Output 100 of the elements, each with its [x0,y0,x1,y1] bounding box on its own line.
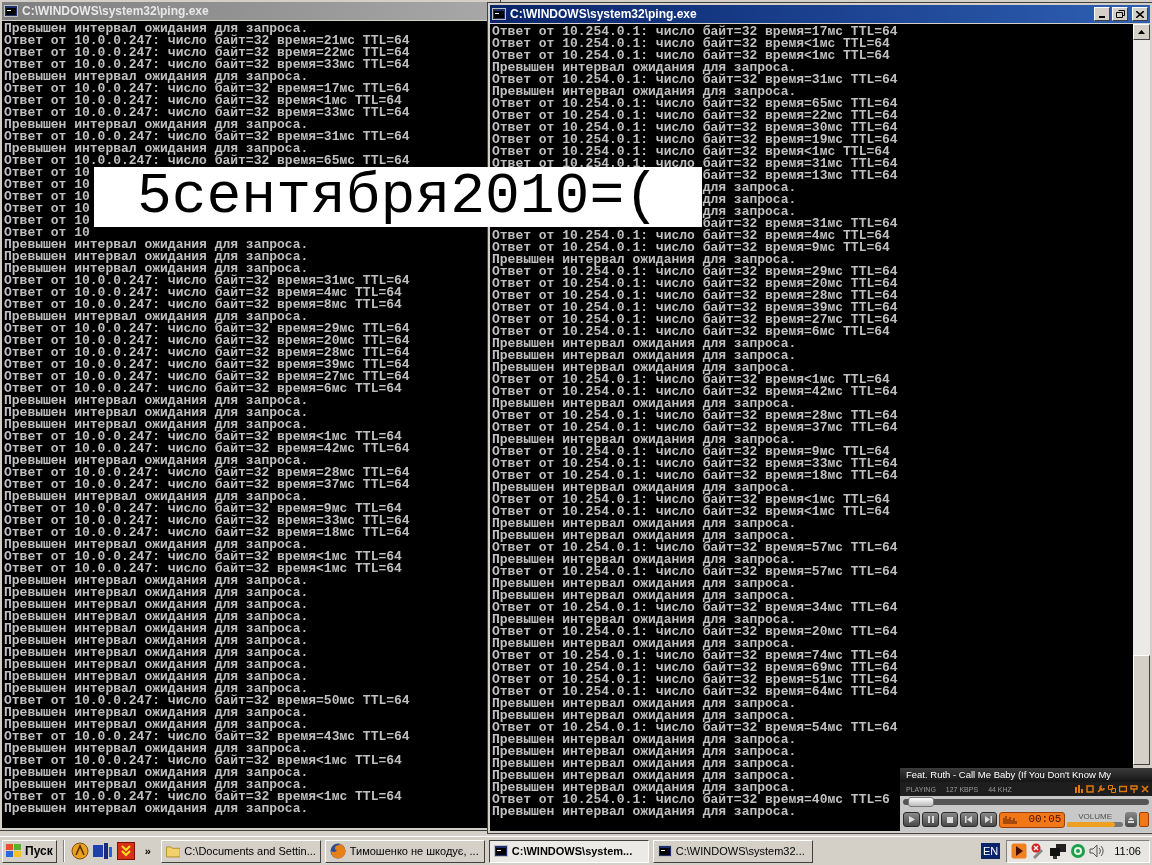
console-line: Ответ от 10.0.0.247: число байт=32 время<1мс TTL=64 [4,95,402,107]
close-icon [1136,10,1144,18]
console-line: Превышен интервал ожидания для запроса. [492,734,797,746]
console-line: Превышен интервал ожидания для запроса. [492,338,797,350]
taskbar-button[interactable]: C:\Documents and Settin... [160,839,321,863]
console-line: Превышен интервал ожидания для запроса. [492,614,797,626]
console-line: Ответ от 10.254.0.1: число байт=32 время=57мс TTL=64 [492,566,898,578]
window-icon[interactable] [1119,785,1127,793]
media-icon[interactable] [92,843,113,859]
console-line: Ответ от 10.254.0.1: число байт=32 время<1мс TTL=64 [492,506,890,518]
console-line: Ответ от 10.254.0.1: число байт=32 время=20мс TTL=64 [492,278,898,290]
console-line: Превышен интервал ожидания для запроса. [4,251,309,263]
scroll-thumb[interactable] [1133,655,1150,765]
visualizer-icon [1002,815,1017,824]
playback-time: 00:05 [1028,814,1062,825]
restore-icon [1115,10,1125,18]
console-icon [657,845,672,857]
pause-button[interactable] [922,812,940,827]
console-line: Превышен интервал ожидания для запроса. [4,779,309,791]
minimize-button[interactable] [1094,7,1110,21]
language-indicator[interactable]: EN [981,843,1001,859]
console-icon [4,5,18,17]
previous-icon [965,816,973,823]
console-line: Ответ от 10.254.0.1: число байт=32 время=37мс TTL=64 [492,422,898,434]
console-line: Превышен интервал ожидания для запроса. [492,638,797,650]
console-line: Ответ от 10.254.0.1: число байт=32 время=69мс TTL=64 [492,662,898,674]
console-line: Превышен интервал ожидания для запроса. [4,719,309,731]
chevrons-down-icon[interactable] [116,842,135,860]
console-line: Ответ от 10.0.0.247: число байт=32 время=18мс TTL=64 [4,527,410,539]
console-line: Превышен интервал ожидания для запроса. [4,743,309,755]
track-title: Feat. Ruth - Call Me Baby (If You Don't Know My [906,770,1112,780]
console-line: Ответ от 10.0.0.247: число байт=32 время=9мс TTL=64 [4,503,402,515]
console-line: Ответ от 10.0.0.247: число байт=32 время=33мс TTL=64 [4,59,410,71]
start-button[interactable]: Пуск [2,839,57,863]
console-line: Ответ от 10 [4,203,90,215]
console-line: Превышен интервал ожидания для запроса. [492,710,797,722]
seek-thumb[interactable] [907,796,934,807]
console-line: Превышен интервал ожидания для запроса. [4,683,309,695]
console-line: Ответ от 10.0.0.247: число байт=32 время<1мс TTL=64 [4,431,402,443]
console-line: Ответ от 10.254.0.1: число байт=32 время=31мс TTL=64 [492,74,898,86]
circle-emblem-icon[interactable] [70,842,89,860]
console-line: Ответ от 10.0.0.247: число байт=32 время=22мс TTL=64 [4,47,410,59]
windows-icon[interactable] [1108,785,1116,793]
console-line: Превышен интервал ожидания для запроса. [4,143,309,155]
console-line: Ответ от 10 [4,167,90,179]
eject-button[interactable] [1124,812,1137,827]
console-line: Превышен интервал ожидания для запроса. [492,482,797,494]
eject-icon [1127,816,1134,823]
console-line: Превышен интервал ожидания для запроса. [492,746,797,758]
console-line: Превышен интервал ожидания для запроса. [492,806,797,818]
console-line: Ответ от 10.254.0.1: число байт=32 время<1мс TTL=64 [492,374,890,386]
console-line: байт=32 время=31мс TTL=64 [702,218,898,230]
network-icon[interactable] [1049,843,1068,859]
console-line: Ответ от 10.254.0.1: число байт=32 время=64мс TTL=64 [492,686,898,698]
console-line: Ответ от 10.0.0.247: число байт=32 время=31мс TTL=64 [4,131,410,143]
console-line: Ответ от 10.0.0.247: число байт=32 время=27мс TTL=64 [4,371,410,383]
restore-button[interactable] [1112,7,1128,21]
speaker-icon[interactable] [1089,843,1106,859]
console-line: Ответ от 10.254.0.1: число байт=32 время=34мс TTL=64 [492,602,898,614]
seek-bar[interactable] [903,798,1149,805]
taskbar-button[interactable]: C:\WINDOWS\system32... [652,839,813,863]
console-line: Ответ от 10.0.0.247: число байт=32 время=65мс TTL=64 [4,155,410,167]
play-button[interactable] [903,812,921,827]
console-line: Ответ от 10.254.0.1: число байт=32 время=6мс TTL=64 [492,326,890,338]
console-line: Ответ от 10.0.0.247: число байт=32 время<1мс TTL=64 [4,551,402,563]
console-line: Превышен интервал ожидания для запроса. [492,758,797,770]
console-line: Ответ от 10 [4,215,90,227]
taskbar-button[interactable]: Тимошенко не шкодує, ... [324,839,485,863]
console-line: Превышен интервал ожидания для запроса. [4,647,309,659]
console-line: Ответ от 10.254.0.1: число байт=32 время=22мс TTL=64 [492,110,898,122]
console-line: Превышен интервал ожидания для запроса. [4,119,309,131]
close-icon[interactable] [1141,785,1149,793]
stop-button[interactable] [941,812,959,827]
console-line: Ответ от 10.0.0.247: число байт=32 время=42мс TTL=64 [4,443,410,455]
equalizer-icon[interactable] [1075,785,1083,793]
volume-label: VOLUME [1078,812,1113,821]
console-line: Превышен интервал ожидания для запроса. [4,659,309,671]
close-button[interactable] [1132,7,1148,21]
console-line: Превышен интервал ожидания для запроса. [4,491,309,503]
more-chevron[interactable]: » [144,842,151,860]
console-line: Превышен интервал ожидания для запроса. [4,611,309,623]
console-line: Ответ от 10.0.0.247: число байт=32 время=33мс TTL=64 [4,515,410,527]
scrollbar[interactable] [1133,24,1150,765]
console-line: Превышен интервал ожидания для запроса. [4,71,309,83]
previous-button[interactable] [960,812,978,827]
scroll-up-button[interactable] [1133,24,1150,40]
console-line: Превышен интервал ожидания для запроса. [4,671,309,683]
console-line: Ответ от 10.0.0.247: число байт=32 время=29мс TTL=64 [4,323,410,335]
console-line: Ответ от 10.254.0.1: число байт=32 время=57мс TTL=64 [492,542,898,554]
wrench-icon[interactable] [1097,785,1105,793]
taskbar-button[interactable]: C:\WINDOWS\system... [488,839,649,863]
console-line: Превышен интервал ожидания для запроса. [492,554,797,566]
play-icon[interactable] [1011,843,1028,859]
clock: 11:06 [1114,843,1141,859]
console-line: Ответ от 10.254.0.1: число байт=32 время=27мс TTL=64 [492,314,898,326]
pin-icon[interactable] [1130,785,1138,793]
next-button[interactable] [979,812,997,827]
console-line: Ответ от 10.254.0.1: число байт=32 время=51мс TTL=64 [492,674,898,686]
menu-button[interactable] [1138,812,1150,827]
console-line: Превышен интервал ожидания для запроса. [4,635,309,647]
